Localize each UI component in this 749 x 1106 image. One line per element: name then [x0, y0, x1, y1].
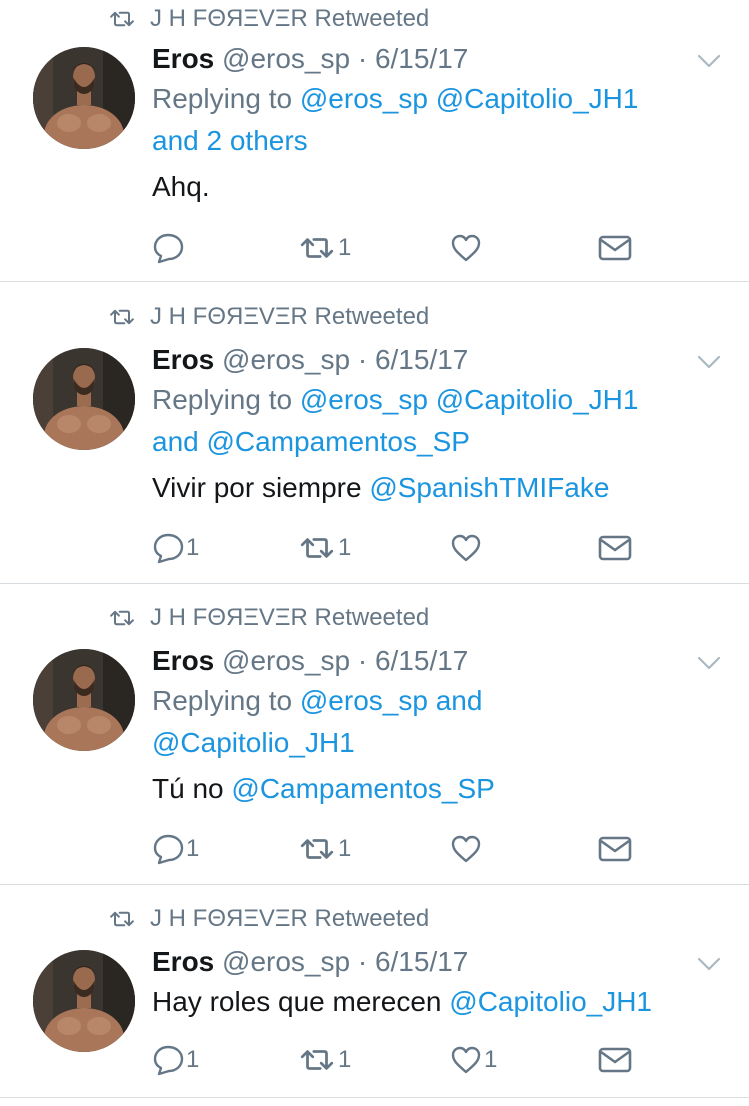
retweet-button[interactable]: 1: [298, 228, 351, 268]
avatar[interactable]: [33, 950, 135, 1052]
retweeted-by-label: J H FΘЯΞVΞR Retweeted: [150, 303, 430, 330]
tweet-actions: 1: [152, 228, 632, 268]
tweet-actions: 1 1 1: [152, 1040, 632, 1080]
reply-mentions[interactable]: @eros_sp @Capitolio_JH1: [300, 384, 639, 415]
replying-prefix: Replying to: [152, 83, 293, 114]
replying-to: Replying to @eros_sp @Capitolio_JH1: [152, 78, 709, 120]
retweeted-by-label: J H FΘЯΞVΞR Retweeted: [150, 905, 430, 932]
reply-count: 1: [186, 534, 200, 561]
author-handle-date[interactable]: @eros_sp · 6/15/17: [222, 946, 468, 977]
author-name[interactable]: Eros: [152, 946, 214, 977]
reply-others[interactable]: and 2 others: [152, 125, 308, 156]
tweet-text: Hay roles que merecen @Capitolio_JH1: [152, 981, 709, 1023]
retweet-icon: [108, 908, 136, 930]
author-handle-date[interactable]: @eros_sp · 6/15/17: [222, 645, 468, 676]
tweet-card[interactable]: J H FΘЯΞVΞR Retweeted Eros @eros_sp · 6/…: [0, 282, 749, 584]
reply-button[interactable]: 1: [152, 1040, 199, 1080]
avatar[interactable]: [33, 348, 135, 450]
tweet-text: Vivir por siempre @SpanishTMIFake: [152, 467, 709, 509]
retweet-count: 1: [338, 835, 352, 862]
tweet-body: Tú no: [152, 773, 232, 804]
reply-mentions[interactable]: @eros_sp and: [300, 685, 483, 716]
retweet-icon: [298, 235, 336, 261]
retweet-context: J H FΘЯΞVΞR Retweeted: [108, 904, 429, 934]
retweet-button[interactable]: 1: [298, 1040, 351, 1080]
retweet-context: J H FΘЯΞVΞR Retweeted: [108, 302, 429, 332]
mail-icon: [598, 835, 632, 863]
tweet-body: Vivir por siempre: [152, 472, 370, 503]
reply-count: 1: [186, 1046, 200, 1073]
author-name[interactable]: Eros: [152, 344, 214, 375]
heart-icon: [450, 1044, 482, 1076]
retweet-count: 1: [338, 534, 352, 561]
like-count: 1: [484, 1046, 498, 1073]
author-handle-date[interactable]: @eros_sp · 6/15/17: [222, 43, 468, 74]
reply-count: 1: [186, 835, 200, 862]
retweet-context: J H FΘЯΞVΞR Retweeted: [108, 603, 429, 633]
author-handle-date[interactable]: @eros_sp · 6/15/17: [222, 344, 468, 375]
tweet-card[interactable]: J H FΘЯΞVΞR Retweeted Eros @eros_sp · 6/…: [0, 0, 749, 282]
reply-others[interactable]: @Capitolio_JH1: [152, 727, 355, 758]
replying-to: Replying to @eros_sp @Capitolio_JH1: [152, 379, 709, 421]
reply-mentions[interactable]: @eros_sp @Capitolio_JH1: [300, 83, 639, 114]
mail-icon: [598, 534, 632, 562]
tweet-text: Ahq.: [152, 166, 709, 208]
tweet-mention[interactable]: @SpanishTMIFake: [369, 472, 609, 503]
mail-icon: [598, 1046, 632, 1074]
reply-others[interactable]: and @Campamentos_SP: [152, 426, 470, 457]
retweeted-by-label: J H FΘЯΞVΞR Retweeted: [150, 604, 430, 631]
avatar[interactable]: [33, 47, 135, 149]
heart-icon: [450, 232, 482, 264]
reply-button[interactable]: [152, 228, 186, 268]
tweet-mention[interactable]: @Capitolio_JH1: [449, 986, 652, 1017]
reply-icon: [152, 1044, 184, 1076]
mail-icon: [598, 234, 632, 262]
tweet-header: Eros @eros_sp · 6/15/17: [152, 642, 709, 680]
retweet-count: 1: [338, 234, 352, 261]
avatar[interactable]: [33, 649, 135, 751]
replying-prefix: Replying to: [152, 685, 293, 716]
direct-message-button[interactable]: [598, 528, 632, 568]
like-button[interactable]: [450, 528, 484, 568]
tweet-actions: 1 1: [152, 829, 632, 869]
tweet-header: Eros @eros_sp · 6/15/17: [152, 341, 709, 379]
direct-message-button[interactable]: [598, 829, 632, 869]
reply-icon: [152, 833, 184, 865]
tweet-body: Hay roles que merecen: [152, 986, 450, 1017]
direct-message-button[interactable]: [598, 228, 632, 268]
retweet-context: J H FΘЯΞVΞR Retweeted: [108, 4, 429, 34]
tweet-mention[interactable]: @Campamentos_SP: [231, 773, 494, 804]
retweet-icon: [108, 8, 136, 30]
tweet-text: Tú no @Campamentos_SP: [152, 768, 709, 810]
tweet-header: Eros @eros_sp · 6/15/17: [152, 40, 709, 78]
reply-icon: [152, 232, 184, 264]
retweet-icon: [298, 1047, 336, 1073]
reply-button[interactable]: 1: [152, 528, 199, 568]
replying-to: Replying to @eros_sp and: [152, 680, 709, 722]
reply-button[interactable]: 1: [152, 829, 199, 869]
heart-icon: [450, 532, 482, 564]
like-button[interactable]: [450, 829, 484, 869]
heart-icon: [450, 833, 482, 865]
retweet-button[interactable]: 1: [298, 528, 351, 568]
tweet-actions: 1 1: [152, 528, 632, 568]
retweet-icon: [108, 607, 136, 629]
author-name[interactable]: Eros: [152, 645, 214, 676]
tweet-card[interactable]: J H FΘЯΞVΞR Retweeted Eros @eros_sp · 6/…: [0, 584, 749, 885]
tweet-header: Eros @eros_sp · 6/15/17: [152, 943, 709, 981]
tweet-card[interactable]: J H FΘЯΞVΞR Retweeted Eros @eros_sp · 6/…: [0, 885, 749, 1098]
retweet-icon: [108, 306, 136, 328]
retweet-icon: [298, 535, 336, 561]
retweet-button[interactable]: 1: [298, 829, 351, 869]
replying-prefix: Replying to: [152, 384, 293, 415]
like-button[interactable]: 1: [450, 1040, 497, 1080]
tweet-body: Ahq.: [152, 171, 210, 202]
retweet-count: 1: [338, 1046, 352, 1073]
reply-icon: [152, 532, 184, 564]
retweeted-by-label: J H FΘЯΞVΞR Retweeted: [150, 5, 430, 32]
retweet-icon: [298, 836, 336, 862]
author-name[interactable]: Eros: [152, 43, 214, 74]
like-button[interactable]: [450, 228, 484, 268]
direct-message-button[interactable]: [598, 1040, 632, 1080]
